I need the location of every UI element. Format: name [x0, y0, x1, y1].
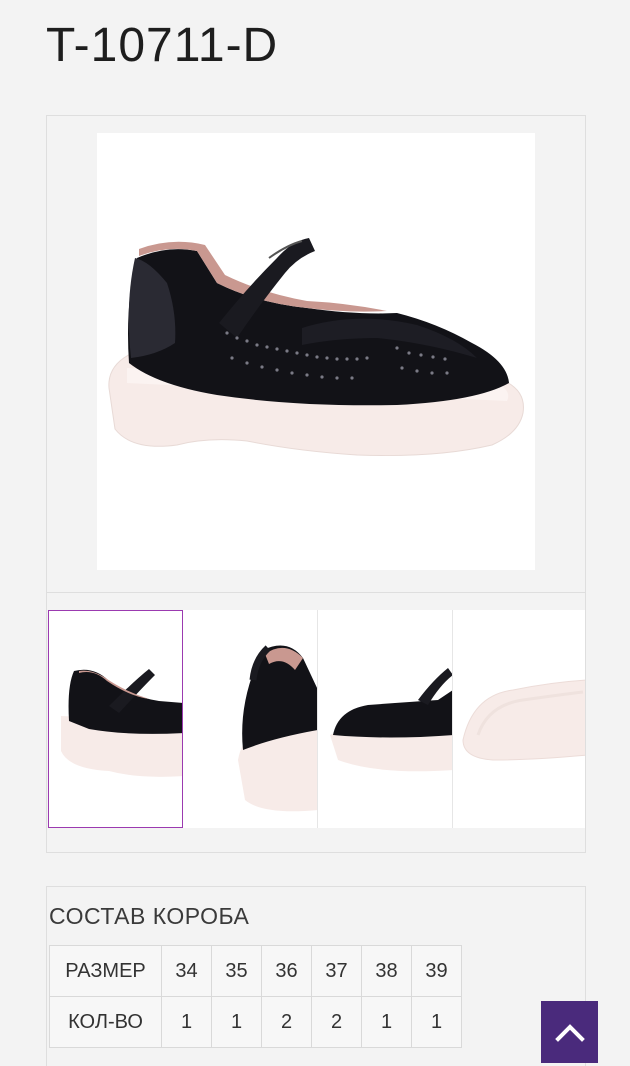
chevron-up-icon [554, 1024, 585, 1042]
scroll-to-top-button[interactable] [541, 1001, 598, 1063]
size-row: РАЗМЕР 34 35 36 37 38 39 [49, 945, 462, 997]
thumbnail-image [330, 668, 452, 772]
size-cell: 37 [311, 945, 362, 997]
main-product-image[interactable] [97, 133, 535, 570]
quantity-header: КОЛ-ВО [49, 996, 162, 1048]
thumbnail-strip [47, 610, 585, 830]
product-title: T-10711-D [46, 19, 279, 72]
quantity-cell: 2 [311, 996, 362, 1048]
size-table: РАЗМЕР 34 35 36 37 38 39 КОЛ-ВО 1 1 2 2 … [49, 945, 462, 1048]
quantity-row: КОЛ-ВО 1 1 2 2 1 1 [49, 996, 462, 1048]
quantity-cell: 1 [411, 996, 462, 1048]
size-cell: 36 [261, 945, 312, 997]
size-cell: 39 [411, 945, 462, 997]
product-gallery [46, 115, 586, 853]
thumbnail-three-quarter-view[interactable] [318, 610, 453, 828]
thumbnail-side-view[interactable] [48, 610, 183, 828]
thumbnail-image [462, 679, 585, 761]
thumbnail-back-view[interactable] [183, 610, 318, 828]
box-contents-card: СОСТАВ КОРОБА РАЗМЕР 34 35 36 37 38 39 К… [46, 886, 586, 1066]
size-header: РАЗМЕР [49, 945, 162, 997]
thumbnail-image [61, 669, 182, 777]
shoe-illustration [108, 238, 524, 457]
gallery-divider [47, 592, 585, 593]
thumbnail-sole-view[interactable] [453, 610, 585, 828]
quantity-cell: 1 [161, 996, 212, 1048]
quantity-cell: 2 [261, 996, 312, 1048]
box-contents-title: СОСТАВ КОРОБА [49, 903, 250, 929]
quantity-cell: 1 [211, 996, 262, 1048]
size-cell: 38 [361, 945, 412, 997]
size-cell: 35 [211, 945, 262, 997]
thumbnail-image [238, 645, 317, 812]
size-cell: 34 [161, 945, 212, 997]
quantity-cell: 1 [361, 996, 412, 1048]
